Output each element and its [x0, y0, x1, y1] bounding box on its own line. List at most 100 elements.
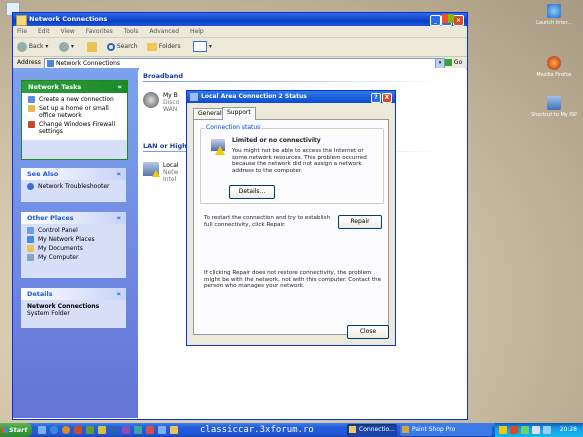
details-panel: Details « Network Connections System Fold…	[21, 288, 126, 328]
dialog-close-x-button[interactable]: X	[382, 93, 392, 103]
network-connections-icon	[47, 60, 54, 67]
menu-bar: File Edit View Favorites Tools Advanced …	[13, 14, 467, 38]
go-label: Go	[453, 59, 463, 66]
task-label: Paint Shop Pro	[412, 426, 456, 433]
quicklaunch-app-icon[interactable]	[122, 426, 130, 434]
item-name: My B	[163, 92, 178, 99]
menu-advanced[interactable]: Advanced	[149, 28, 179, 35]
panel-header[interactable]: See Also «	[21, 168, 126, 180]
windows-flag-icon	[2, 427, 8, 433]
status-title: Limited or no connectivity	[232, 137, 321, 144]
network-shortcut-icon	[547, 96, 561, 110]
menu-tools[interactable]: Tools	[124, 28, 139, 35]
panel-title: Network Tasks	[28, 83, 82, 91]
section-divider	[143, 81, 443, 82]
quicklaunch-app-icon[interactable]	[86, 426, 94, 434]
panel-title: Other Places	[27, 214, 74, 222]
quicklaunch-app-icon[interactable]	[146, 426, 154, 434]
internet-explorer-icon	[547, 4, 561, 18]
explorer-titlebar[interactable]: Network Connections _ □ ×	[13, 13, 467, 26]
task-create-connection[interactable]: Create a new connection	[28, 96, 121, 103]
task-label: Set up a home or small office network	[39, 105, 109, 119]
folders-button[interactable]: Folders	[147, 41, 181, 53]
link-my-documents[interactable]: My Documents	[27, 245, 120, 252]
quicklaunch-app-icon[interactable]	[134, 426, 142, 434]
quicklaunch-app-icon[interactable]	[110, 426, 118, 434]
clock[interactable]: 20:28	[560, 423, 577, 437]
quicklaunch-app-icon[interactable]	[98, 426, 106, 434]
link-label: My Computer	[38, 254, 79, 261]
quicklaunch-app-icon[interactable]	[74, 426, 82, 434]
close-button-dialog[interactable]: Close	[347, 325, 389, 339]
panel-body: Create a new connection Set up a home or…	[22, 93, 127, 140]
quicklaunch-app-icon[interactable]	[158, 426, 166, 434]
quicklaunch-firefox-icon[interactable]	[62, 426, 70, 434]
taskbar: Start classiccar.3xforum.ro Connectio...…	[0, 423, 583, 437]
link-my-network-places[interactable]: My Network Places	[27, 236, 120, 243]
panel-title: Details	[27, 290, 53, 298]
desktop-icon-firefox[interactable]: Mozilla Firefox	[530, 56, 578, 78]
dialog-titlebar[interactable]: Local Area Connection 2 Status ? X	[187, 91, 395, 103]
link-troubleshooter[interactable]: Network Troubleshooter	[27, 183, 120, 190]
quicklaunch-ie-icon[interactable]	[50, 426, 58, 434]
support-tab-panel: Connection status Limited or no connecti…	[193, 119, 389, 335]
link-control-panel[interactable]: Control Panel	[27, 227, 120, 234]
menu-favorites[interactable]: Favorites	[86, 28, 113, 35]
link-my-computer[interactable]: My Computer	[27, 254, 120, 261]
home-network-icon	[28, 105, 35, 112]
start-button[interactable]: Start	[0, 423, 32, 437]
details-type: System Folder	[27, 310, 70, 317]
documents-icon	[27, 245, 34, 252]
collapse-chevron-icon[interactable]: «	[116, 288, 121, 300]
tray-icon[interactable]	[521, 426, 529, 434]
forward-button[interactable]: ▾	[59, 41, 74, 53]
collapse-chevron-icon[interactable]: «	[117, 81, 122, 93]
network-places-icon	[27, 236, 34, 243]
details-button[interactable]: Details...	[229, 185, 275, 199]
back-arrow-icon	[17, 41, 27, 52]
panel-header[interactable]: Network Tasks «	[22, 81, 127, 93]
quicklaunch-desktop-icon[interactable]	[38, 426, 46, 434]
help-button[interactable]: ?	[371, 93, 381, 103]
collapse-chevron-icon[interactable]: «	[116, 168, 121, 180]
desktop-icon-isp[interactable]: Shortcut to My ISP	[530, 96, 578, 118]
tab-support[interactable]: Support	[222, 107, 256, 120]
task-home-network[interactable]: Set up a home or small office network	[28, 105, 121, 119]
panel-title: See Also	[27, 170, 59, 178]
close-button[interactable]: ×	[453, 15, 464, 26]
task-network-connections[interactable]: Connectio...	[347, 424, 397, 436]
link-label: Network Troubleshooter	[38, 183, 110, 190]
search-button[interactable]: Search	[107, 41, 138, 53]
quicklaunch-app-icon[interactable]	[170, 426, 178, 434]
go-button[interactable]: Go	[445, 59, 462, 66]
status-description: You might not be able to access the Inte…	[232, 148, 367, 174]
task-paint-shop-pro[interactable]: Paint Shop Pro	[400, 424, 492, 436]
views-button[interactable]: ▾	[193, 41, 212, 53]
minimize-button[interactable]: _	[430, 15, 441, 26]
up-folder-button[interactable]	[87, 41, 97, 53]
network-tasks-panel: Network Tasks « Create a new connection …	[21, 80, 128, 160]
item-status: Disco	[163, 99, 180, 106]
address-label: Address	[17, 59, 41, 66]
go-arrow-icon	[445, 59, 452, 66]
connection-status-group: Connection status Limited or no connecti…	[200, 124, 384, 204]
panel-header[interactable]: Details «	[21, 288, 126, 300]
menu-edit[interactable]: Edit	[38, 28, 50, 35]
tray-network-warning-icon[interactable]	[510, 426, 518, 434]
warning-overlay-icon	[152, 170, 160, 177]
collapse-chevron-icon[interactable]: «	[116, 212, 121, 224]
warning-icon	[215, 146, 225, 155]
menu-file[interactable]: File	[17, 28, 27, 35]
other-places-panel: Other Places « Control Panel My Network P…	[21, 212, 126, 278]
views-icon	[193, 41, 207, 52]
repair-button[interactable]: Repair	[338, 215, 382, 229]
menu-help[interactable]: Help	[190, 28, 204, 35]
tray-icon[interactable]	[543, 426, 551, 434]
task-firewall[interactable]: Change Windows Firewall settings	[28, 121, 121, 135]
menu-view[interactable]: View	[61, 28, 75, 35]
tray-volume-icon[interactable]	[532, 426, 540, 434]
tray-icon[interactable]	[499, 426, 507, 434]
panel-header[interactable]: Other Places «	[21, 212, 126, 224]
back-button[interactable]: Back ▾	[17, 41, 48, 53]
desktop-icon-launch-internet[interactable]: Launch Inter...	[530, 4, 578, 26]
